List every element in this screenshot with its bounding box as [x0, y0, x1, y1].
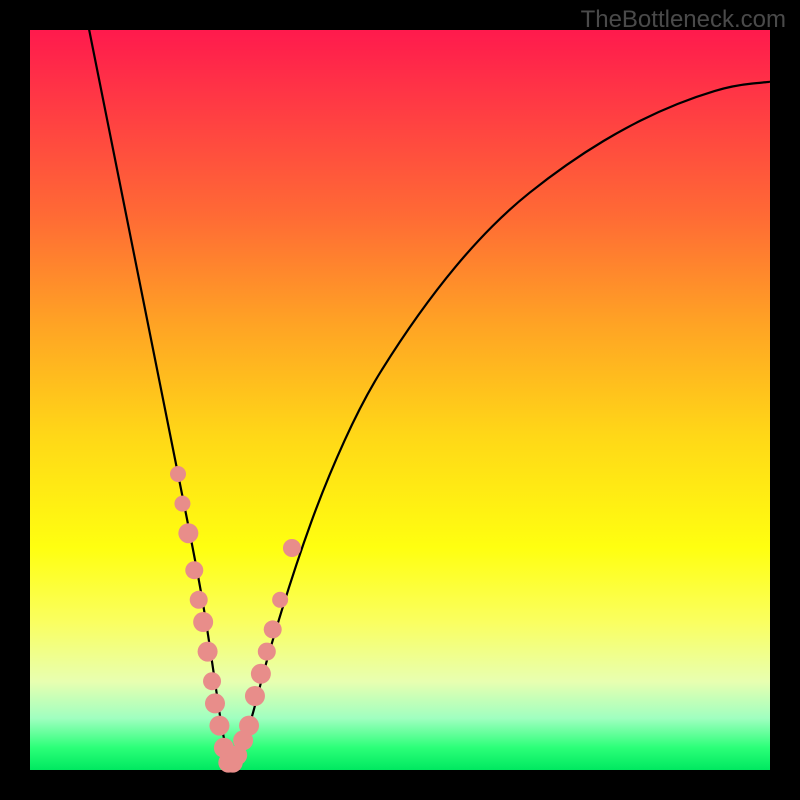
marker-dot: [272, 592, 288, 608]
plot-area: [30, 30, 770, 770]
marker-dot: [264, 620, 282, 638]
marker-dot: [174, 496, 190, 512]
marker-dot: [170, 466, 186, 482]
chart-svg: [30, 30, 770, 770]
watermark: TheBottleneck.com: [581, 6, 786, 34]
marker-dot: [258, 643, 276, 661]
marker-dot: [245, 686, 265, 706]
marker-dot: [205, 693, 225, 713]
marker-dot: [283, 539, 301, 557]
marker-dot: [239, 716, 259, 736]
marker-dot: [190, 591, 208, 609]
marker-dot: [251, 664, 271, 684]
bottleneck-curve: [89, 30, 770, 763]
marker-dot: [203, 672, 221, 690]
marker-dot: [185, 561, 203, 579]
marker-dot: [193, 612, 213, 632]
marker-dot: [198, 642, 218, 662]
marker-group: [170, 466, 301, 773]
marker-dot: [209, 716, 229, 736]
marker-dot: [178, 523, 198, 543]
